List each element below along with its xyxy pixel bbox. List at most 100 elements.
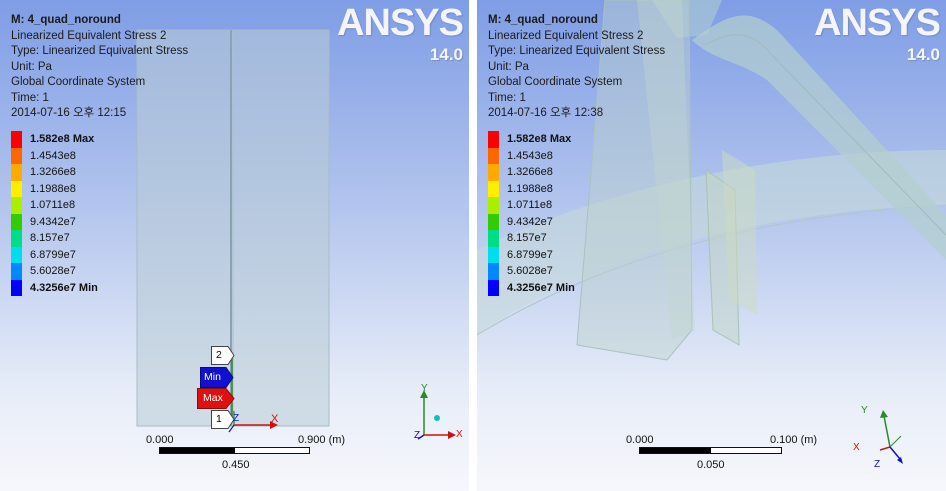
ansys-brand: ANSYS [337,2,464,44]
legend-color-swatch [488,246,499,263]
legend-row[interactable]: 1.1988e8 [11,180,98,197]
legend-row[interactable]: 6.8799e7 [11,246,98,263]
result-date: 2014-07-16 오후 12:15 [11,107,127,119]
legend-value: 8.157e7 [507,232,547,245]
legend-value: 4.3256e7 Min [30,281,98,294]
triad-y-label: Y [861,405,868,416]
legend-color-swatch [488,180,499,197]
legend-row[interactable]: 8.157e7 [488,230,575,247]
legend-value: 1.0711e8 [507,199,553,212]
ansys-version: 14.0 [906,45,940,64]
scale-mid: 0.450 [222,459,250,471]
ansys-logo: ANSYS 14.0 [814,2,941,65]
path-axis-x-label: X [271,413,279,425]
probe-label-2-text: 2 [216,349,222,361]
probe-label-max-text: Max [203,392,223,404]
result-unit: Unit: Pa [11,60,52,73]
result-name: Linearized Equivalent Stress 2 [488,29,644,42]
global-triad[interactable]: Y X Z [410,380,466,446]
path-axis-z-label: Z [233,413,240,424]
graphics-viewport-right[interactable]: M: 4_quad_noround Linearized Equivalent … [477,0,946,491]
result-name: Linearized Equivalent Stress 2 [11,29,167,42]
legend-color-swatch [11,197,22,214]
legend-row[interactable]: 1.4543e8 [488,147,575,164]
legend-value: 4.3256e7 Min [507,281,575,294]
legend-value: 1.4543e8 [30,149,76,162]
legend-value: 6.8799e7 [30,248,76,261]
legend-row[interactable]: 5.6028e7 [488,263,575,280]
legend-row[interactable]: 4.3256e7 Min [11,279,98,296]
legend-color-swatch [11,279,22,296]
legend-row[interactable]: 1.582e8 Max [11,131,98,148]
coordinate-system: Global Coordinate System [488,76,623,88]
legend-value: 1.582e8 Max [507,133,572,146]
legend-row[interactable]: 1.3266e8 [488,164,575,181]
tag-shape [211,346,235,365]
triad-y-label: Y [421,383,428,394]
graphics-viewport-left[interactable]: M: 4_quad_noround Linearized Equivalent … [0,0,469,491]
legend-color-swatch [11,164,22,181]
coordinate-system: Global Coordinate System [11,76,146,88]
legend-color-swatch [11,230,22,247]
legend-row[interactable]: 1.0711e8 [11,197,98,214]
ansys-version: 14.0 [429,45,463,64]
contour-legend[interactable]: 1.582e8 Max 1.4543e8 1.3266e8 1.1988e8 1.071… [488,131,575,296]
legend-row[interactable]: 9.4342e7 [488,213,575,230]
legend-value: 9.4342e7 [507,215,553,228]
scale-bar [159,447,310,454]
legend-color-swatch [488,213,499,230]
legend-row[interactable]: 4.3256e7 Min [488,279,575,296]
legend-color-swatch [11,213,22,230]
result-type: Type: Linearized Equivalent Stress [488,45,666,57]
legend-row[interactable]: 6.8799e7 [488,246,575,263]
legend-color-swatch [488,131,499,148]
result-type: Type: Linearized Equivalent Stress [11,45,189,57]
probe-label-1-text: 1 [216,413,222,425]
legend-value: 1.1988e8 [30,182,76,195]
contour-legend[interactable]: 1.582e8 Max 1.4543e8 1.3266e8 1.1988e8 1.071… [11,131,98,296]
probe-label-min-text: Min [204,371,221,383]
legend-color-swatch [488,164,499,181]
legend-row[interactable]: 9.4342e7 [11,213,98,230]
legend-value: 6.8799e7 [507,248,553,261]
result-time: Time: 1 [11,91,49,104]
legend-value: 1.1988e8 [507,182,553,195]
legend-row[interactable]: 5.6028e7 [11,263,98,280]
scale-end: 0.900 (m) [298,434,346,446]
legend-row[interactable]: 1.4543e8 [11,147,98,164]
legend-row[interactable]: 1.582e8 Max [488,131,575,148]
legend-value: 5.6028e7 [507,265,553,278]
legend-color-swatch [11,131,22,148]
legend-row[interactable]: 1.0711e8 [488,197,575,214]
legend-row[interactable]: 1.3266e8 [11,164,98,181]
legend-value: 5.6028e7 [30,265,76,278]
scale-bar [639,447,782,454]
legend-value: 1.582e8 Max [30,133,95,146]
viewport-separator [469,0,477,491]
model-title: M: 4_quad_noround [11,14,121,26]
legend-color-swatch [488,230,499,247]
ansys-logo: ANSYS 14.0 [337,2,464,65]
triad-z-label: Z [874,459,881,470]
legend-row[interactable]: 1.1988e8 [488,180,575,197]
legend-value: 1.3266e8 [507,166,553,179]
legend-color-swatch [11,147,22,164]
scale-mid: 0.050 [697,459,725,471]
legend-value: 1.0711e8 [30,199,76,212]
global-triad[interactable]: Y X Z [853,402,926,474]
legend-value: 1.4543e8 [507,149,553,162]
result-unit: Unit: Pa [488,60,529,73]
legend-color-swatch [488,197,499,214]
legend-color-swatch [488,279,499,296]
result-date: 2014-07-16 오후 12:38 [488,107,604,119]
legend-value: 8.157e7 [30,232,70,245]
legend-color-swatch [11,180,22,197]
legend-color-swatch [11,263,22,280]
legend-value: 9.4342e7 [30,215,76,228]
result-info-block: M: 4_quad_noround Linearized Equivalent … [11,13,188,122]
legend-color-swatch [488,147,499,164]
scale-start: 0.000 [146,434,174,446]
scale-start: 0.000 [626,434,654,446]
legend-row[interactable]: 8.157e7 [11,230,98,247]
result-time: Time: 1 [488,91,526,104]
